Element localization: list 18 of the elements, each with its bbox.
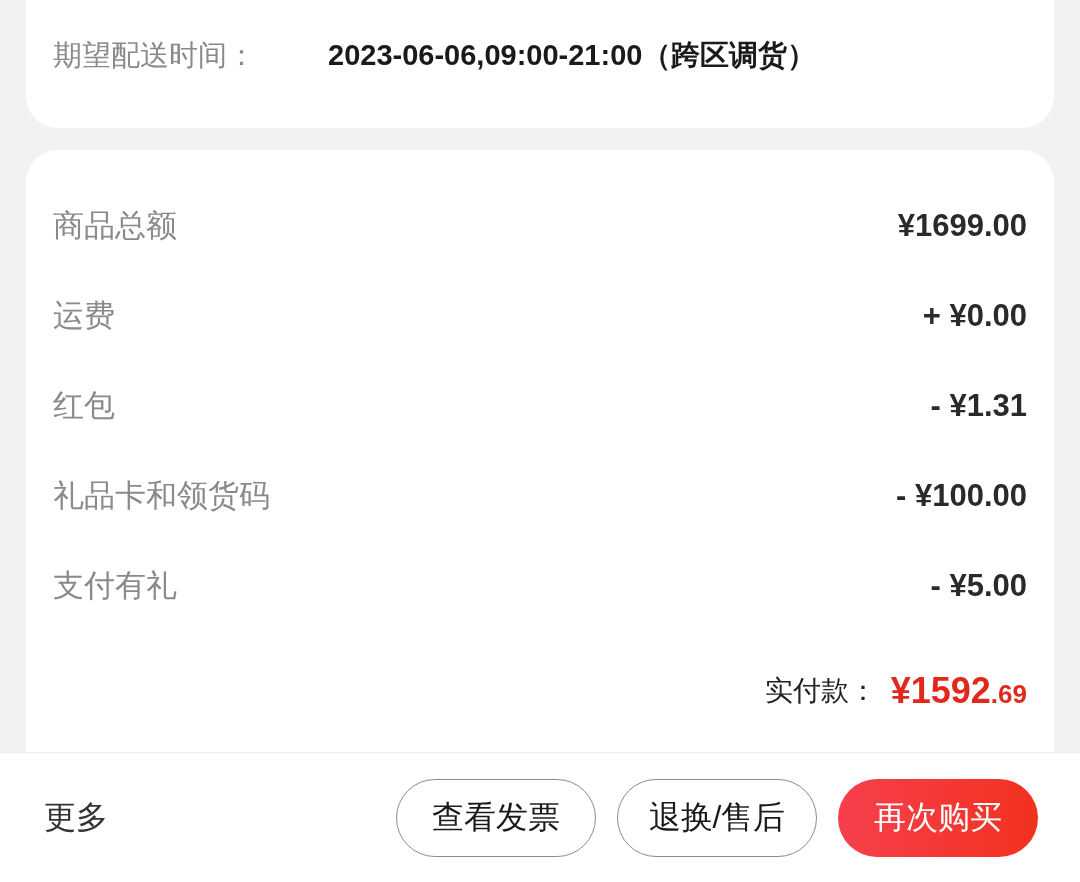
fee-amount: - ¥100.00 [896, 478, 1027, 514]
action-button[interactable]: 退换/售后 [617, 778, 817, 857]
action-button[interactable]: 再次购买 [838, 778, 1038, 857]
fee-label: 运费 [53, 297, 115, 335]
fee-amount: - ¥5.00 [930, 568, 1027, 604]
fee-label: 商品总额 [53, 207, 177, 245]
fee-amount: - ¥1.31 [930, 388, 1027, 424]
fee-amount: ¥1699.00 [897, 208, 1027, 244]
delivery-time: 2023-06-06,09:00-21:00（跨区调货） [328, 38, 817, 73]
fee-amount: + ¥0.00 [922, 298, 1027, 334]
total-paid-amount: ¥1592.69 [890, 670, 1027, 712]
fee-label: 红包 [53, 387, 115, 425]
action-button[interactable]: 查看发票 [396, 778, 596, 857]
delivery-label: 期望配送时间： [53, 38, 257, 73]
more-link[interactable]: 更多 [44, 795, 108, 840]
fee-label: 礼品卡和领货码 [53, 477, 270, 515]
total-paid-label: 实付款： [764, 674, 877, 708]
fee-label: 支付有礼 [53, 567, 177, 605]
